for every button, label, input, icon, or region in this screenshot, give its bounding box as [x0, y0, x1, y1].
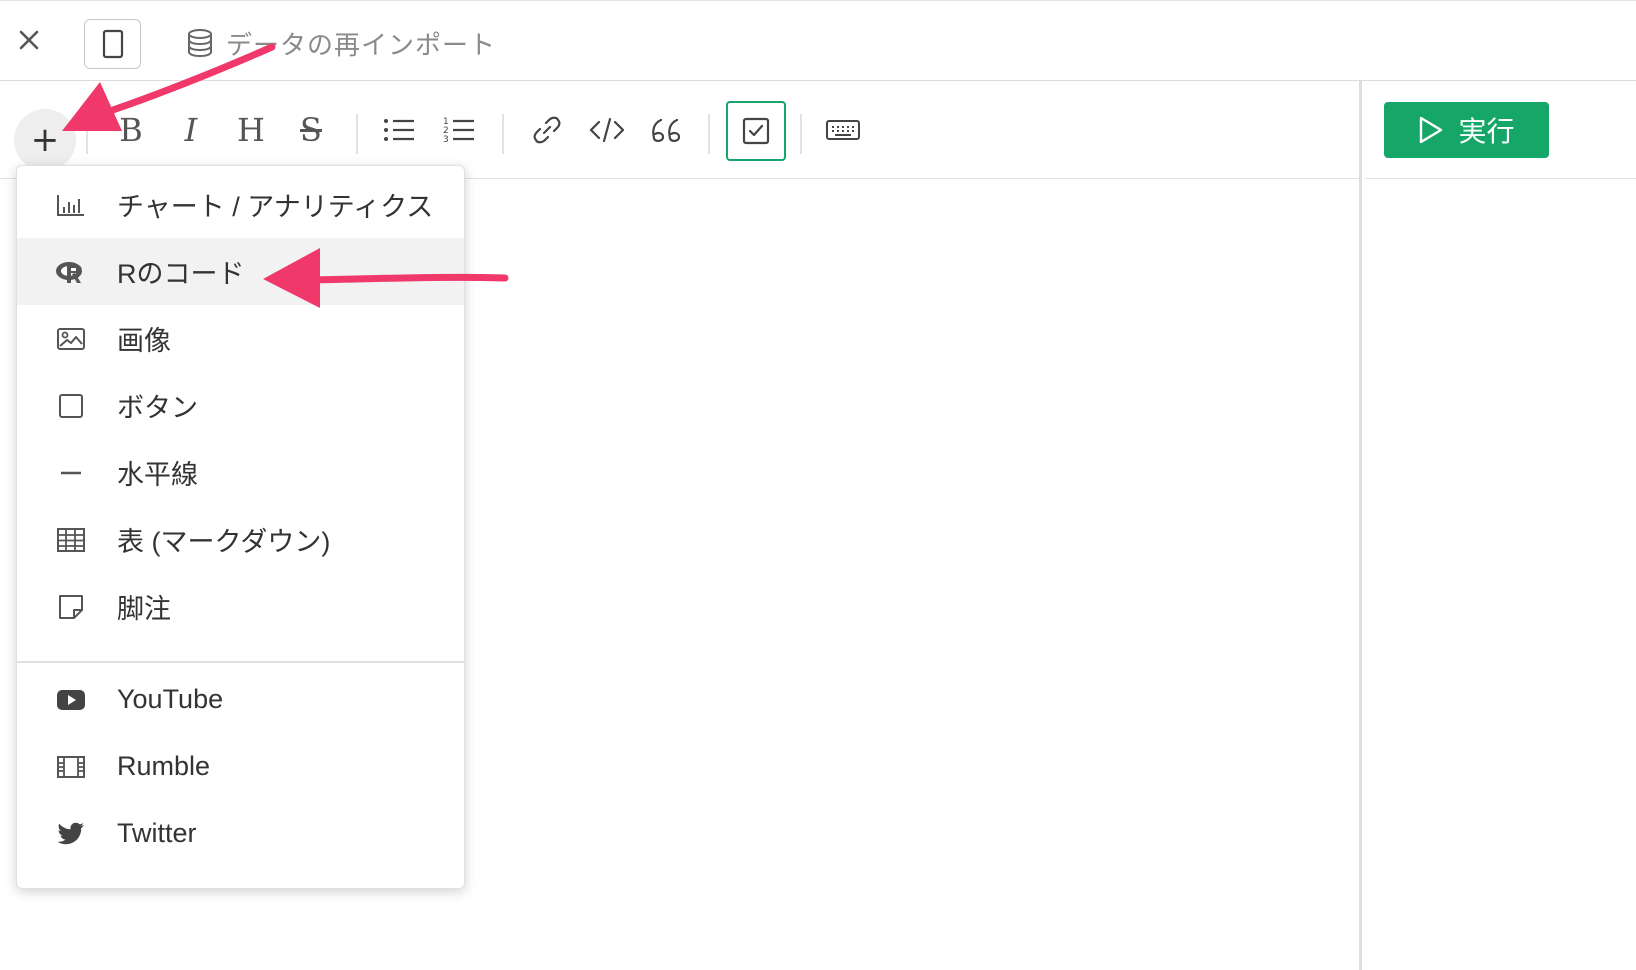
image-icon	[47, 323, 95, 355]
menu-item-chart[interactable]: チャート / アナリティクス	[17, 171, 464, 238]
bullet-list-icon	[384, 119, 414, 141]
close-icon	[19, 30, 39, 50]
close-button[interactable]	[12, 23, 46, 57]
menu-item-youtube[interactable]: YouTube	[17, 666, 464, 733]
quote-button[interactable]	[642, 105, 692, 155]
top-bar: データの再インポート	[0, 0, 1636, 81]
insert-button[interactable]: +	[14, 109, 76, 171]
checkbox-toggle-button[interactable]	[726, 101, 786, 161]
strikethrough-button[interactable]: S	[286, 105, 336, 155]
menu-item-twitter[interactable]: Twitter	[17, 800, 464, 867]
run-pane: 実行	[1365, 81, 1636, 179]
twitter-icon	[47, 818, 95, 850]
italic-button[interactable]: I	[166, 105, 216, 155]
bullet-list-button[interactable]	[374, 105, 424, 155]
toolbar-divider	[708, 114, 710, 154]
menu-divider	[17, 661, 464, 663]
link-icon	[533, 116, 561, 144]
menu-item-image[interactable]: 画像	[17, 305, 464, 372]
toolbar-divider	[356, 114, 358, 154]
quote-icon	[652, 118, 681, 142]
page-title: データの再インポート	[226, 30, 497, 61]
run-button[interactable]: 実行	[1384, 102, 1549, 158]
run-button-label: 実行	[1458, 115, 1515, 148]
toolbar-divider	[86, 114, 88, 154]
title-area: データの再インポート	[186, 23, 496, 63]
menu-item-button[interactable]: ボタン	[17, 372, 464, 439]
menu-item-horizontal-rule[interactable]: 水平線	[17, 439, 464, 506]
tablet-icon	[102, 29, 123, 59]
keyboard-shortcuts-button[interactable]	[818, 105, 868, 155]
bold-button[interactable]: B	[106, 105, 156, 155]
square-icon	[47, 390, 95, 422]
link-button[interactable]	[522, 105, 572, 155]
insert-menu: チャート / アナリティクス Rのコード 画像 ボタン 水平線 表 (マークダウ…	[16, 165, 465, 889]
device-preview-button[interactable]	[84, 19, 141, 69]
checkbox-icon	[742, 117, 770, 145]
keyboard-icon	[826, 120, 860, 140]
bar-chart-icon	[47, 189, 95, 221]
table-icon	[47, 524, 95, 556]
film-icon	[47, 751, 95, 783]
code-icon	[589, 117, 625, 143]
youtube-icon	[47, 684, 95, 716]
numbered-list-button[interactable]: 1 2 3	[434, 105, 484, 155]
database-icon	[188, 29, 212, 58]
minus-icon	[47, 457, 95, 489]
r-logo-icon	[47, 256, 95, 288]
numbered-list-icon: 1 2 3	[443, 117, 474, 145]
svg-text:3: 3	[443, 135, 449, 145]
menu-item-rumble[interactable]: Rumble	[17, 733, 464, 800]
note-icon	[47, 591, 95, 623]
toolbar-divider	[800, 114, 802, 154]
toolbar-divider	[502, 114, 504, 154]
play-icon	[1420, 116, 1443, 144]
menu-item-r-code[interactable]: Rのコード	[17, 238, 464, 305]
menu-item-footnote[interactable]: 脚注	[17, 573, 464, 640]
code-button[interactable]	[582, 105, 632, 155]
heading-button[interactable]: H	[226, 105, 276, 155]
menu-item-table[interactable]: 表 (マークダウン)	[17, 506, 464, 573]
